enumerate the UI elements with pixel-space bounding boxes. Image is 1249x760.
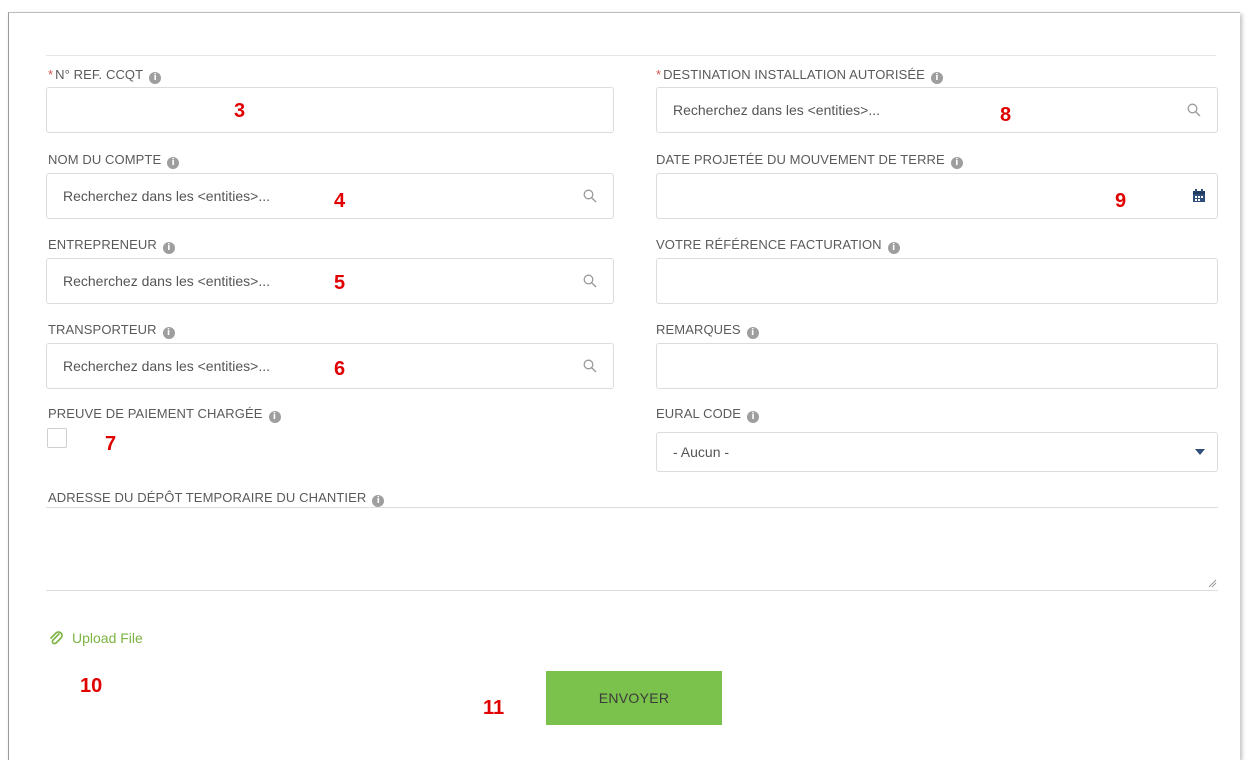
reference-facturation-label: VOTRE RÉFÉRENCE FACTURATION i [656,236,900,254]
destination-search-input[interactable] [657,88,1217,132]
search-icon[interactable] [583,274,597,288]
upload-file-link[interactable]: Upload File [48,630,143,646]
info-icon[interactable]: i [372,495,385,507]
transporteur-label: TRANSPORTEUR i [48,321,175,339]
annotation-11: 11 [483,697,505,719]
adresse-depot-textarea[interactable] [46,508,1218,591]
upload-file-label: Upload File [72,630,143,646]
info-icon[interactable]: i [950,157,963,169]
annotation-8: 8 [1000,104,1012,126]
info-icon[interactable]: i [930,72,943,84]
info-icon[interactable]: i [167,157,180,169]
eural-code-select[interactable]: - Aucun - [656,432,1218,472]
resize-handle-icon[interactable] [1207,578,1217,588]
annotation-10: 10 [80,675,103,697]
date-projetee-input[interactable] [657,174,1217,218]
nom-compte-search-input[interactable] [47,174,613,218]
entrepreneur-search-input[interactable] [47,259,613,303]
entrepreneur-label: ENTREPRENEUR i [48,236,175,254]
nom-compte-field[interactable] [46,173,614,219]
annotation-9: 9 [1115,190,1127,212]
transporteur-field[interactable] [46,343,614,389]
annotation-5: 5 [334,272,346,294]
required-marker: * [656,67,662,82]
info-icon[interactable]: i [162,242,175,254]
ref-ccqt-label: * N° REF. CCQT i [48,66,162,84]
ref-ccqt-field[interactable] [46,87,614,133]
remarques-label: REMARQUES i [656,321,759,339]
date-projetee-field[interactable] [656,173,1218,219]
adresse-depot-label: ADRESSE DU DÉPÔT TEMPORAIRE DU CHANTIER i [48,489,385,507]
eural-code-label: EURAL CODE i [656,405,760,423]
top-divider [46,55,1216,56]
info-icon[interactable]: i [747,411,760,423]
annotation-4: 4 [334,190,346,212]
reference-facturation-field[interactable] [656,258,1218,304]
annotation-6: 6 [334,358,346,380]
calendar-icon[interactable] [1191,188,1207,204]
info-icon[interactable]: i [162,327,175,339]
search-icon[interactable] [583,359,597,373]
preuve-paiement-checkbox[interactable] [47,428,67,448]
preuve-paiement-label: PREUVE DE PAIEMENT CHARGÉE i [48,405,281,423]
entrepreneur-field[interactable] [46,258,614,304]
required-marker: * [48,67,54,82]
search-icon[interactable] [583,189,597,203]
info-icon[interactable]: i [746,327,759,339]
annotation-7: 7 [105,433,117,455]
paperclip-icon [50,631,63,645]
annotation-3: 3 [234,100,246,122]
transporteur-search-input[interactable] [47,344,613,388]
info-icon[interactable]: i [887,242,900,254]
destination-field[interactable] [656,87,1218,133]
search-icon[interactable] [1187,103,1201,117]
info-icon[interactable]: i [268,411,281,423]
submit-button[interactable]: ENVOYER [546,671,722,725]
eural-code-selected: - Aucun - [673,444,730,460]
remarques-field[interactable] [656,343,1218,389]
info-icon[interactable]: i [149,72,162,84]
caret-down-icon[interactable] [1195,449,1205,455]
reference-facturation-input[interactable] [657,259,1217,303]
nom-compte-label: NOM DU COMPTE i [48,151,180,169]
remarques-input[interactable] [657,344,1217,388]
destination-label: * DESTINATION INSTALLATION AUTORISÉE i [656,66,943,84]
ref-ccqt-input[interactable] [47,88,613,132]
date-projetee-label: DATE PROJETÉE DU MOUVEMENT DE TERRE i [656,151,963,169]
